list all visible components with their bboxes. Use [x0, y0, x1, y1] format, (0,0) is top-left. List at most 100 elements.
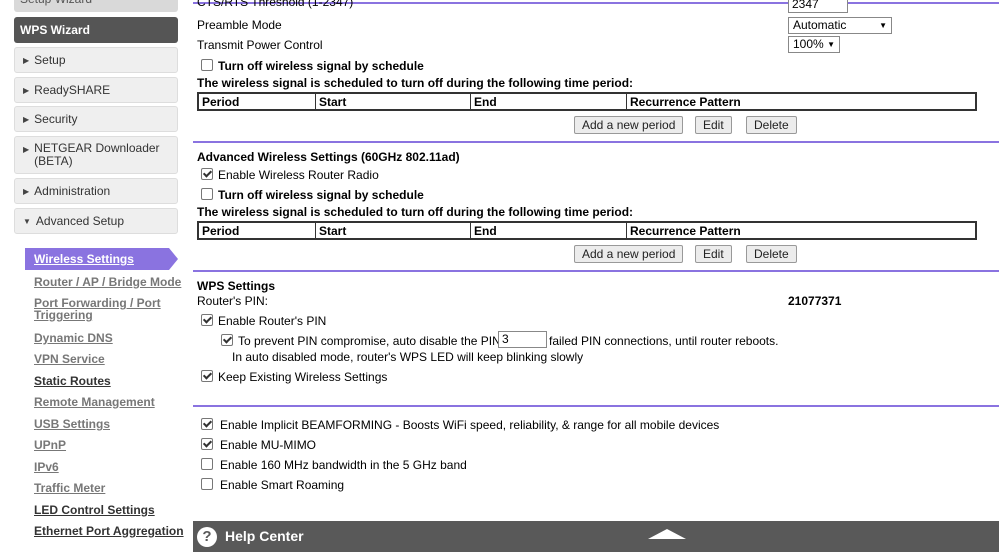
checkbox-label: Enable Wireless Router Radio [218, 168, 379, 182]
subnav-dynamic-dns[interactable]: Dynamic DNS [34, 331, 113, 345]
keep-existing-checkbox[interactable] [201, 370, 213, 382]
wps-wizard-button[interactable]: WPS Wizard [14, 17, 178, 43]
schedule2-table: Period Start End Recurrence Pattern [197, 221, 977, 240]
col-end: End [470, 221, 627, 240]
subnav-remote-management[interactable]: Remote Management [34, 395, 155, 409]
subnav-wireless-settings[interactable]: Wireless Settings [25, 248, 178, 270]
schedule2-turn-off-checkbox[interactable] [201, 188, 213, 200]
nav-label: ReadySHARE [34, 83, 111, 97]
schedule1-add-period-button[interactable]: Add a new period [574, 116, 684, 134]
nav-security[interactable]: ▶ Security [14, 106, 178, 132]
nav-advanced-setup[interactable]: ▼ Advanced Setup [14, 208, 178, 234]
checkbox-label: Turn off wireless signal by schedule [218, 188, 424, 202]
router-pin-label: Router's PIN: [197, 294, 268, 308]
col-end: End [470, 92, 627, 111]
schedule2-turn-off-row: Turn off wireless signal by schedule [201, 188, 424, 202]
subnav-static-routes[interactable]: Static Routes [34, 374, 111, 388]
adv60-enable-radio-row: Enable Wireless Router Radio [201, 168, 379, 182]
smart-roaming-checkbox[interactable] [201, 478, 213, 490]
nav-administration[interactable]: ▶ Administration [14, 178, 178, 204]
nav-label: Setup [34, 53, 66, 67]
dropdown-caret-icon: ▼ [827, 40, 835, 49]
chevron-right-icon: ▶ [23, 85, 30, 95]
subnav-ipv6[interactable]: IPv6 [34, 460, 59, 474]
subnav-traffic-meter[interactable]: Traffic Meter [34, 481, 105, 495]
checkbox-label: Keep Existing Wireless Settings [218, 370, 388, 384]
schedule2-caption: The wireless signal is scheduled to turn… [197, 205, 634, 219]
transmit-power-value: 100% [793, 37, 824, 51]
checkbox-label: Enable MU-MIMO [220, 438, 317, 452]
rts-threshold-input[interactable]: 2347 [788, 0, 848, 13]
chevron-right-icon: ▶ [23, 145, 30, 154]
checkbox-label: Turn off wireless signal by schedule [218, 59, 424, 73]
schedule2-edit-button[interactable]: Edit [695, 245, 732, 263]
schedule1-caption: The wireless signal is scheduled to turn… [197, 76, 634, 90]
help-center-label: Help Center [225, 528, 304, 544]
prevent-pin-suffix: failed PIN connections, until router reb… [549, 334, 779, 348]
help-question-icon: ? [197, 527, 217, 547]
schedule2-delete-button[interactable]: Delete [746, 245, 797, 263]
section-divider [193, 270, 999, 272]
col-period: Period [197, 221, 316, 240]
prevent-pin-checkbox[interactable] [221, 334, 233, 346]
subnav-usb-settings[interactable]: USB Settings [34, 417, 110, 431]
schedule1-turn-off-checkbox[interactable] [201, 59, 213, 71]
chevron-right-icon: ▶ [23, 186, 30, 196]
nav-label: Advanced Setup [35, 214, 124, 228]
checkbox-label: Enable Smart Roaming [220, 478, 345, 492]
chevron-right-icon: ▶ [23, 55, 30, 65]
enable-radio-checkbox[interactable] [201, 168, 213, 180]
nav-netgear-downloader[interactable]: ▶ NETGEAR Downloader (BETA) [14, 136, 178, 174]
help-center-bar[interactable]: ? Help Center [193, 521, 999, 552]
subnav-router-ap-bridge[interactable]: Router / AP / Bridge Mode [34, 275, 181, 289]
transmit-power-select[interactable]: 100% ▼ [788, 36, 840, 53]
subnav-ethernet-port-aggregation[interactable]: Ethernet Port Aggregation [34, 524, 184, 538]
col-start: Start [315, 92, 471, 111]
beamforming-row: Enable Implicit BEAMFORMING - Boosts WiF… [201, 418, 719, 432]
schedule1-turn-off-row: Turn off wireless signal by schedule [201, 59, 424, 73]
section-divider [193, 141, 999, 143]
nav-label: NETGEAR Downloader (BETA) [34, 141, 160, 168]
subnav-led-control[interactable]: LED Control Settings [34, 503, 155, 517]
nav-label: Security [34, 112, 78, 126]
nav-setup[interactable]: ▶ Setup [14, 47, 178, 73]
preamble-mode-select[interactable]: Automatic ▼ [788, 17, 892, 34]
schedule2-add-period-button[interactable]: Add a new period [574, 245, 684, 263]
transmit-power-label: Transmit Power Control [197, 38, 323, 52]
enable-pin-checkbox[interactable] [201, 314, 213, 326]
checkbox-label: Enable Implicit BEAMFORMING - Boosts WiF… [220, 418, 720, 432]
table-header-row: Period Start End Recurrence Pattern [197, 92, 977, 111]
chevron-right-icon: ▶ [23, 114, 30, 124]
adv60-title: Advanced Wireless Settings (60GHz 802.11… [197, 150, 460, 164]
section-divider [193, 405, 999, 407]
rts-threshold-label: CTS/RTS Threshold (1-2347) [197, 0, 354, 9]
col-period: Period [197, 92, 316, 111]
mu-mimo-checkbox[interactable] [201, 438, 213, 450]
col-start: Start [315, 221, 471, 240]
checkbox-label: To prevent PIN compromise, auto disable … [238, 334, 529, 348]
subnav-upnp[interactable]: UPnP [34, 438, 66, 452]
bw160-checkbox[interactable] [201, 458, 213, 470]
setup-wizard-button[interactable]: Setup Wizard [14, 0, 178, 12]
subnav-vpn-service[interactable]: VPN Service [34, 352, 105, 366]
smart-roaming-row: Enable Smart Roaming [201, 478, 344, 492]
col-recurrence: Recurrence Pattern [626, 92, 977, 111]
schedule1-delete-button[interactable]: Delete [746, 116, 797, 134]
preamble-mode-value: Automatic [793, 18, 847, 32]
dropdown-caret-icon: ▼ [879, 21, 887, 30]
sidebar: Setup Wizard WPS Wizard ▶ Setup ▶ ReadyS… [0, 0, 190, 552]
subnav-port-forwarding[interactable]: Port Forwarding / Port Triggering [34, 297, 164, 321]
main-content: CTS/RTS Threshold (1-2347) 2347 Preamble… [193, 0, 999, 552]
failed-attempts-input[interactable]: 3 [498, 331, 547, 348]
nav-readyshare[interactable]: ▶ ReadySHARE [14, 77, 178, 103]
chevron-down-icon: ▼ [23, 216, 31, 226]
router-pin-value: 21077371 [788, 294, 842, 308]
prevent-pin-row: To prevent PIN compromise, auto disable … [221, 334, 528, 348]
schedule1-table: Period Start End Recurrence Pattern [197, 92, 977, 111]
checkbox-label: Enable 160 MHz bandwidth in the 5 GHz ba… [220, 458, 467, 472]
expand-up-icon[interactable] [648, 529, 686, 539]
col-recurrence: Recurrence Pattern [626, 221, 977, 240]
bw160-row: Enable 160 MHz bandwidth in the 5 GHz ba… [201, 458, 467, 472]
beamforming-checkbox[interactable] [201, 418, 213, 430]
schedule1-edit-button[interactable]: Edit [695, 116, 732, 134]
